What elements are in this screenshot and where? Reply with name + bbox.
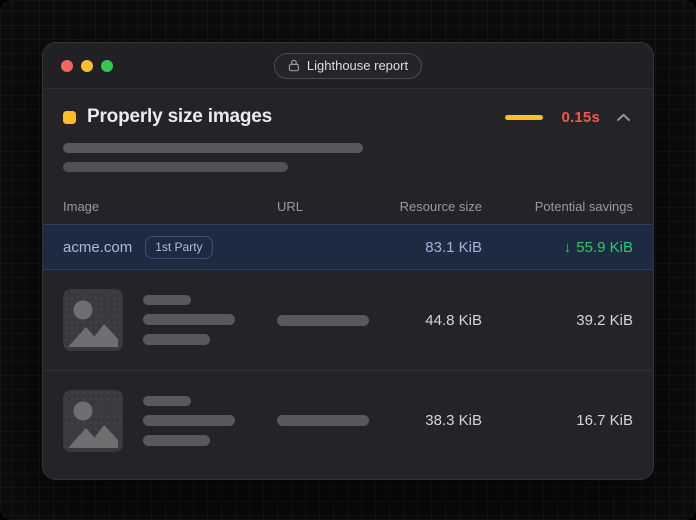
skeleton-bar	[143, 295, 191, 305]
table-row-acme[interactable]: acme.com 1st Party 83.1 KiB ↓ 55.9 KiB	[43, 224, 653, 270]
image-placeholder-icon	[63, 289, 123, 351]
column-header-url: URL	[277, 199, 387, 214]
timing-dash-icon	[505, 115, 543, 120]
desktop-background: Lighthouse report Properly size images 0…	[0, 0, 696, 520]
maximize-window-button[interactable]	[101, 60, 113, 72]
table-row: 44.8 KiB 39.2 KiB	[43, 270, 653, 370]
arrow-down-icon: ↓	[564, 239, 572, 256]
minimize-window-button[interactable]	[81, 60, 93, 72]
description-skeleton-line	[63, 143, 363, 153]
lighthouse-report-window: Lighthouse report Properly size images 0…	[42, 42, 654, 480]
traffic-lights	[61, 60, 113, 72]
savings-amount: 55.9 KiB	[576, 239, 633, 256]
skeleton-bar	[143, 314, 235, 325]
url-skeleton-bar	[277, 415, 369, 426]
table-row: 38.3 KiB 16.7 KiB	[43, 370, 653, 470]
close-window-button[interactable]	[61, 60, 73, 72]
chevron-up-icon	[616, 110, 631, 125]
window-titlebar: Lighthouse report	[43, 43, 653, 89]
description-skeleton-line	[63, 162, 288, 172]
lock-icon	[288, 59, 300, 72]
resource-size-value: 38.3 KiB	[387, 412, 482, 429]
url-skeleton-bar	[277, 315, 369, 326]
pill-label: Lighthouse report	[307, 58, 408, 73]
image-placeholder-icon	[63, 390, 123, 452]
potential-savings-value: 16.7 KiB	[482, 412, 633, 429]
resource-size-value: 44.8 KiB	[387, 312, 482, 329]
potential-savings-value: ↓ 55.9 KiB	[482, 239, 633, 256]
timing-value: 0.15s	[561, 109, 600, 126]
table-header-row: Image URL Resource size Potential saving…	[43, 193, 653, 219]
column-header-potential-savings: Potential savings	[482, 199, 633, 214]
skeleton-bar	[143, 435, 210, 446]
column-header-resource-size: Resource size	[387, 199, 482, 214]
skeleton-bar	[143, 396, 191, 406]
potential-savings-value: 39.2 KiB	[482, 312, 633, 329]
image-meta-skeleton	[143, 295, 235, 345]
audit-severity-marker-icon	[63, 111, 76, 124]
resource-size-value: 83.1 KiB	[387, 239, 482, 256]
site-link[interactable]: acme.com	[63, 239, 132, 256]
audit-header: Properly size images 0.15s	[43, 89, 653, 172]
audit-title: Properly size images	[87, 106, 272, 128]
lighthouse-report-pill[interactable]: Lighthouse report	[274, 53, 422, 79]
collapse-audit-button[interactable]	[614, 108, 633, 127]
skeleton-bar	[143, 415, 235, 426]
first-party-badge: 1st Party	[145, 236, 212, 259]
column-header-image: Image	[63, 199, 277, 214]
skeleton-bar	[143, 334, 210, 345]
image-meta-skeleton	[143, 396, 235, 446]
audit-timing: 0.15s	[505, 108, 633, 127]
